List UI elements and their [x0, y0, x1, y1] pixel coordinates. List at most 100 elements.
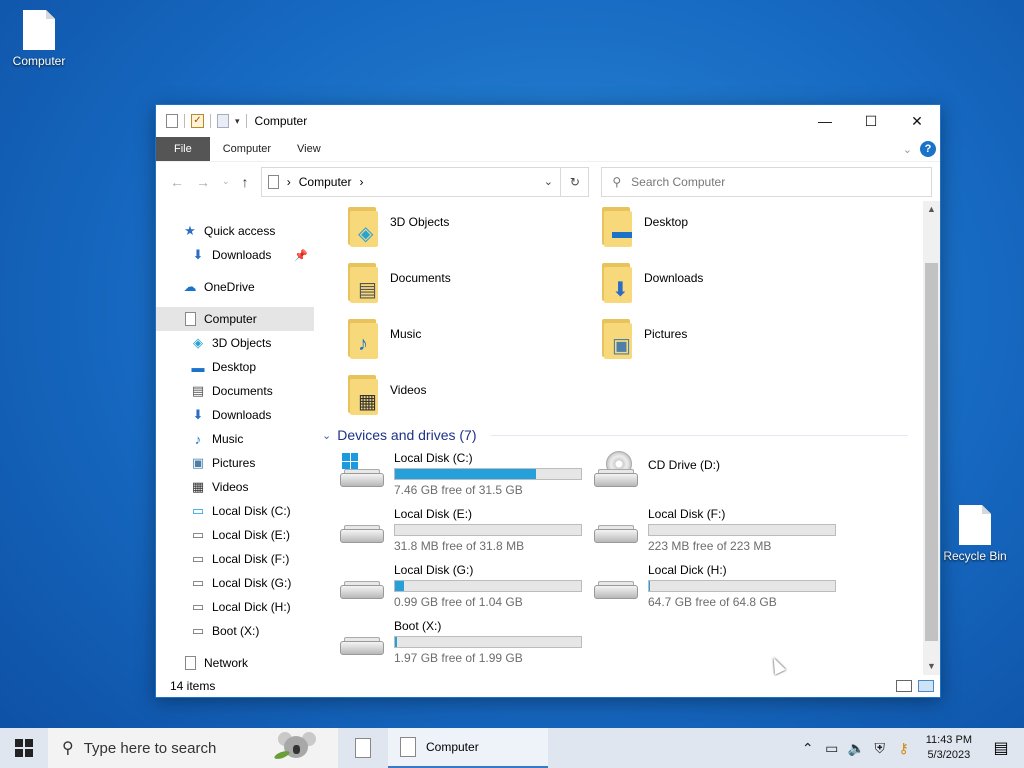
- network-icon[interactable]: ▭: [824, 740, 840, 757]
- usage-bar: [394, 524, 582, 536]
- desktop-icon-computer[interactable]: Computer: [4, 10, 74, 68]
- folder-desktop[interactable]: ▬ Desktop: [598, 203, 852, 247]
- divider: [184, 114, 185, 128]
- tab-file[interactable]: File: [156, 137, 210, 161]
- folder-label: Documents: [390, 271, 451, 285]
- taskbar-app-file[interactable]: [338, 728, 388, 768]
- nav-onedrive[interactable]: ☁ OneDrive: [156, 275, 314, 299]
- scroll-up-icon[interactable]: ▲: [923, 201, 940, 218]
- drive-name: Local Dick (H:): [648, 563, 727, 577]
- clock-date: 5/3/2023: [927, 749, 971, 761]
- taskbar-search[interactable]: ⚲ Type here to search: [48, 728, 338, 768]
- details-view-icon[interactable]: [896, 680, 912, 692]
- show-hidden-icons-chevron-icon[interactable]: ⌃: [800, 740, 816, 757]
- nav-label: Pictures: [212, 456, 256, 470]
- nav-videos[interactable]: ▦ Videos: [156, 475, 314, 499]
- cd-drive-icon: [592, 451, 640, 497]
- breadcrumb-computer[interactable]: Computer: [299, 175, 352, 189]
- folder-downloads[interactable]: ⬇ Downloads: [598, 259, 852, 303]
- nav-boot-x[interactable]: ▭ Boot (X:): [156, 619, 314, 643]
- nav-quick-access[interactable]: ★ Quick access: [156, 219, 314, 243]
- breadcrumb-separator[interactable]: ›: [287, 175, 291, 189]
- drive-name: Local Disk (E:): [394, 507, 473, 521]
- customize-dropdown-icon[interactable]: ▾: [235, 116, 240, 127]
- refresh-icon[interactable]: ↻: [561, 166, 590, 197]
- address-bar[interactable]: › Computer › ⌄: [260, 166, 562, 197]
- volume-icon[interactable]: 🔈: [848, 740, 865, 757]
- devices-group-header[interactable]: ⌄ Devices and drives (7): [322, 427, 908, 443]
- drive-h[interactable]: Local Dick (H:) 64.7 GB free of 64.8 GB: [592, 563, 846, 609]
- nav-local-disk-f[interactable]: ▭ Local Disk (F:): [156, 547, 314, 571]
- address-dropdown-icon[interactable]: ⌄: [536, 175, 560, 188]
- folder-3d-objects[interactable]: ◈ 3D Objects: [344, 203, 598, 247]
- folder-pictures[interactable]: ▣ Pictures: [598, 315, 852, 359]
- nav-3d-objects[interactable]: ◈ 3D Objects: [156, 331, 314, 355]
- back-arrow-icon[interactable]: ←: [170, 174, 184, 190]
- properties-icon[interactable]: ✓: [191, 114, 204, 128]
- up-arrow-icon[interactable]: ↑: [242, 174, 249, 190]
- maximize-button[interactable]: ☐: [848, 105, 894, 137]
- close-button[interactable]: ✕: [894, 105, 940, 137]
- scroll-thumb[interactable]: [925, 263, 938, 641]
- picture-icon: ▣: [191, 455, 205, 470]
- vertical-scrollbar[interactable]: ▲ ▼: [923, 201, 940, 675]
- nav-documents[interactable]: ▤ Documents: [156, 379, 314, 403]
- drive-f[interactable]: Local Disk (F:) 223 MB free of 223 MB: [592, 507, 846, 553]
- recent-locations-icon[interactable]: ⌄: [222, 176, 230, 187]
- tab-computer[interactable]: Computer: [210, 137, 284, 161]
- breadcrumb-separator[interactable]: ›: [359, 175, 363, 189]
- start-button[interactable]: [0, 728, 48, 768]
- scroll-down-icon[interactable]: ▼: [923, 658, 940, 675]
- item-count: 14 items: [170, 679, 216, 693]
- taskbar-app-explorer[interactable]: Computer: [388, 728, 548, 768]
- folder-videos[interactable]: ▦ Videos: [344, 371, 598, 415]
- key-icon[interactable]: ⚷: [896, 740, 912, 757]
- nav-local-disk-h[interactable]: ▭ Local Dick (H:): [156, 595, 314, 619]
- expand-ribbon-icon[interactable]: ⌄: [903, 143, 912, 156]
- drive-name: Local Disk (F:): [648, 507, 726, 521]
- nav-downloads[interactable]: ⬇ Downloads: [156, 403, 314, 427]
- drive-g[interactable]: Local Disk (G:) 0.99 GB free of 1.04 GB: [338, 563, 592, 609]
- new-folder-icon[interactable]: [217, 114, 229, 128]
- nav-local-disk-c[interactable]: ▭ Local Disk (C:): [156, 499, 314, 523]
- forward-arrow-icon[interactable]: →: [196, 174, 210, 190]
- folder-label: Downloads: [644, 271, 704, 285]
- tab-view[interactable]: View: [284, 137, 334, 161]
- drive-name: Local Disk (G:): [394, 563, 474, 577]
- nav-music[interactable]: ♪ Music: [156, 427, 314, 451]
- cube-icon: ◈: [193, 335, 203, 350]
- nav-downloads-pinned[interactable]: ⬇ Downloads 📌: [156, 243, 314, 267]
- nav-label: Desktop: [212, 360, 257, 374]
- nav-local-disk-g[interactable]: ▭ Local Disk (G:): [156, 571, 314, 595]
- nav-computer[interactable]: Computer: [156, 307, 314, 331]
- drive-e[interactable]: Local Disk (E:) 31.8 MB free of 31.8 MB: [338, 507, 592, 553]
- usage-bar: [394, 636, 582, 648]
- help-icon[interactable]: ?: [920, 141, 936, 157]
- folder-label: Desktop: [644, 215, 689, 229]
- star-icon: ★: [184, 223, 196, 238]
- clock[interactable]: 11:43 PM 5/3/2023: [920, 733, 978, 763]
- folder-music[interactable]: ♪ Music: [344, 315, 598, 359]
- nav-local-disk-e[interactable]: ▭ Local Disk (E:): [156, 523, 314, 547]
- folder-documents[interactable]: ▤ Documents: [344, 259, 598, 303]
- collapse-chevron-icon[interactable]: ⌄: [322, 429, 331, 442]
- search-box[interactable]: ⚲ Search Computer: [601, 166, 932, 197]
- notifications-icon[interactable]: ▤: [986, 738, 1016, 758]
- page-icon: [182, 655, 198, 671]
- drive-icon: ▭: [191, 551, 205, 566]
- nav-label: Network: [204, 656, 249, 670]
- title-bar[interactable]: ✓ ▾ Computer — ☐ ✕: [156, 105, 940, 137]
- drive-c[interactable]: Local Disk (C:) 7.46 GB free of 31.5 GB: [338, 451, 592, 497]
- nav-pictures[interactable]: ▣ Pictures: [156, 451, 314, 475]
- desktop-icon-recycle-bin[interactable]: Recycle Bin: [940, 505, 1010, 563]
- large-icons-view-icon[interactable]: [918, 680, 934, 692]
- nav-network[interactable]: Network: [156, 651, 314, 675]
- minimize-button[interactable]: —: [802, 105, 848, 137]
- security-shield-icon[interactable]: ⛨: [872, 740, 888, 757]
- nav-desktop[interactable]: ▬ Desktop: [156, 355, 314, 379]
- nav-label: Documents: [212, 384, 273, 398]
- drive-x[interactable]: Boot (X:) 1.97 GB free of 1.99 GB: [338, 619, 592, 665]
- cloud-icon: ☁: [183, 279, 197, 294]
- drive-d[interactable]: CD Drive (D:): [592, 451, 846, 497]
- drive-icon: [338, 619, 386, 665]
